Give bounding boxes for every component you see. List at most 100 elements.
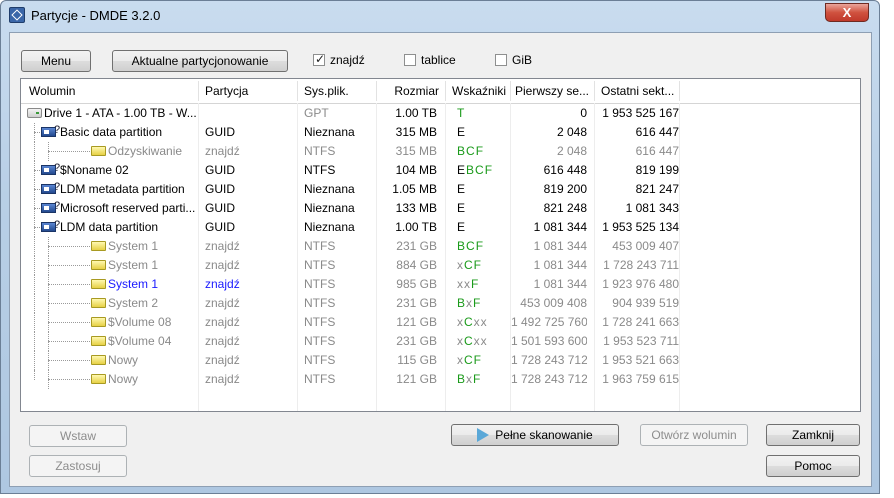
cell-partition: znajdź	[205, 258, 240, 272]
cell-volume: Microsoft reserved parti...	[60, 201, 196, 215]
table-row[interactable]: Nowy znajdź NTFS 115 GB xCF 1 728 243 712 1 95…	[21, 351, 860, 370]
cell-first-sector: 1 728 243 712	[511, 372, 587, 386]
cell-filesystem: Nieznana	[304, 201, 355, 215]
column-header-flags[interactable]: Wskaźniki	[448, 79, 508, 103]
volume-icon	[91, 260, 106, 270]
cell-size: 104 MB	[395, 163, 437, 177]
column-header-first-sector[interactable]: Pierwszy se...	[511, 79, 591, 103]
insert-button[interactable]: Wstaw	[29, 425, 127, 447]
cell-volume: Nowy	[108, 372, 139, 386]
cell-first-sector: 1 081 344	[533, 258, 587, 272]
cell-last-sector: 1 953 523 711	[603, 334, 679, 348]
column-header-volume[interactable]: Wolumin	[25, 79, 197, 103]
volume-icon	[91, 336, 106, 346]
help-button[interactable]: Pomoc	[766, 455, 860, 477]
table-row[interactable]: ? Microsoft reserved parti... GUID Nieznana…	[21, 199, 860, 218]
cell-partition: znajdź	[205, 144, 240, 158]
cell-volume: System 1	[108, 258, 159, 272]
cell-flags: BxF	[457, 372, 482, 386]
found-checkbox-box[interactable]: ✓	[313, 52, 325, 66]
cell-first-sector: 1 492 725 760	[511, 315, 587, 329]
cell-filesystem: NTFS	[304, 296, 336, 310]
cell-filesystem: NTFS	[304, 239, 336, 253]
close-button[interactable]: Zamknij	[766, 424, 860, 446]
cell-size: 1.00 TB	[395, 220, 437, 234]
apply-button[interactable]: Zastosuj	[29, 455, 127, 477]
cell-partition: GUID	[205, 220, 235, 234]
column-header-size[interactable]: Rozmiar	[377, 79, 443, 103]
table-row[interactable]: Odzyskiwanie znajdź NTFS 315 MB BCF 2 048 616 …	[21, 142, 860, 161]
cell-size: 985 GB	[396, 277, 437, 291]
cell-filesystem: Nieznana	[304, 220, 355, 234]
cell-volume: Basic data partition	[60, 125, 163, 139]
cell-partition: znajdź	[205, 372, 240, 386]
cell-partition: GUID	[205, 201, 235, 215]
table-row[interactable]: System 2 znajdź NTFS 231 GB BxF 453 009 408 90…	[21, 294, 860, 313]
cell-volume: LDM data partition	[60, 220, 159, 234]
title-bar[interactable]: Partycje - DMDE 3.2.0 X	[1, 1, 879, 31]
cell-last-sector: 1 953 525 134	[602, 220, 679, 234]
table-row[interactable]: System 1 znajdź NTFS 985 GB xxF 1 081 344 1 92…	[21, 275, 860, 294]
cell-size: 115 GB	[397, 353, 437, 367]
cell-partition: znajdź	[205, 239, 240, 253]
full-scan-label: Pełne skanowanie	[495, 428, 593, 442]
cell-flags: E	[457, 182, 467, 196]
cell-first-sector: 616 448	[543, 163, 587, 177]
cell-flags: xCxx	[457, 334, 488, 348]
open-volume-button[interactable]: Otwórz wolumin	[640, 424, 748, 446]
cell-first-sector: 2 048	[556, 125, 587, 139]
cell-first-sector: 1 081 344	[533, 239, 587, 253]
volume-icon	[91, 298, 106, 308]
table-row[interactable]: ? LDM data partition GUID Nieznana 1.00 TB E 1…	[21, 218, 860, 237]
full-scan-button[interactable]: Pełne skanowanie	[451, 424, 619, 446]
cell-volume: Nowy	[108, 353, 139, 367]
column-header-filesystem[interactable]: Sys.plik.	[300, 79, 375, 103]
cell-filesystem: NTFS	[304, 334, 336, 348]
cell-flags: xCxx	[457, 315, 488, 329]
cell-first-sector: 819 200	[543, 182, 587, 196]
cell-first-sector: 0	[580, 106, 587, 120]
cell-filesystem: NTFS	[304, 144, 336, 158]
volume-icon	[91, 146, 106, 156]
table-row[interactable]: ? LDM metadata partition GUID Nieznana 1.05 …	[21, 180, 860, 199]
cell-first-sector: 1 501 593 600	[511, 334, 587, 348]
cell-filesystem: GPT	[304, 106, 329, 120]
dmde-app-icon	[9, 7, 25, 23]
volume-icon	[91, 279, 106, 289]
cell-last-sector: 1 953 525 167	[602, 106, 679, 120]
cell-flags: E	[457, 125, 467, 139]
column-header-last-sector[interactable]: Ostatni sekt...	[597, 79, 679, 103]
cell-first-sector: 821 248	[543, 201, 587, 215]
cell-first-sector: 453 009 408	[520, 296, 587, 310]
table-row[interactable]: Nowy znajdź NTFS 121 GB BxF 1 728 243 712 1 96…	[21, 370, 860, 389]
cell-volume: Drive 1 - ATA - 1.00 TB - W...	[44, 106, 197, 120]
found-checkbox-label: znajdź	[330, 53, 365, 67]
table-row[interactable]: $Volume 04 znajdź NTFS 231 GB xCxx 1 501 593 …	[21, 332, 860, 351]
cell-partition: znajdź	[205, 315, 240, 329]
cell-flags: BCF	[457, 239, 485, 253]
cell-first-sector: 1 081 344	[533, 220, 587, 234]
tables-checkbox-box[interactable]	[404, 54, 416, 66]
cell-size: 121 GB	[396, 372, 437, 386]
table-row[interactable]: $Volume 08 znajdź NTFS 121 GB xCxx 1 492 725 …	[21, 313, 860, 332]
column-header-partition[interactable]: Partycja	[201, 79, 296, 103]
table-row[interactable]: ? $Noname 02 GUID NTFS 104 MB EBCF 616 448 819 …	[21, 161, 860, 180]
cell-filesystem: NTFS	[304, 258, 336, 272]
table-row[interactable]: Drive 1 - ATA - 1.00 TB - W... GPT 1.00 TB…	[21, 104, 860, 123]
gib-checkbox-box[interactable]	[495, 54, 507, 66]
cell-size: 315 MB	[395, 144, 437, 158]
cell-volume: System 2	[108, 296, 159, 310]
partitions-table[interactable]: Wolumin Partycja Sys.plik. Rozmiar Wskaź…	[20, 78, 861, 412]
menu-button[interactable]: Menu	[21, 50, 91, 72]
current-partitioning-button[interactable]: Aktualne partycjonowanie	[112, 50, 288, 72]
table-row[interactable]: System 1 znajdź NTFS 884 GB xCF 1 081 344 1 72…	[21, 256, 860, 275]
table-row[interactable]: System 1 znajdź NTFS 231 GB BCF 1 081 344 453 …	[21, 237, 860, 256]
cell-first-sector: 2 048	[556, 144, 587, 158]
close-window-button[interactable]: X	[825, 3, 869, 22]
cell-partition: GUID	[205, 125, 235, 139]
table-row[interactable]: ? Basic data partition GUID Nieznana 315 MB E…	[21, 123, 860, 142]
cell-flags: xCF	[457, 353, 483, 367]
cell-filesystem: Nieznana	[304, 182, 355, 196]
cell-partition: GUID	[205, 163, 235, 177]
cell-size: 121 GB	[396, 315, 437, 329]
